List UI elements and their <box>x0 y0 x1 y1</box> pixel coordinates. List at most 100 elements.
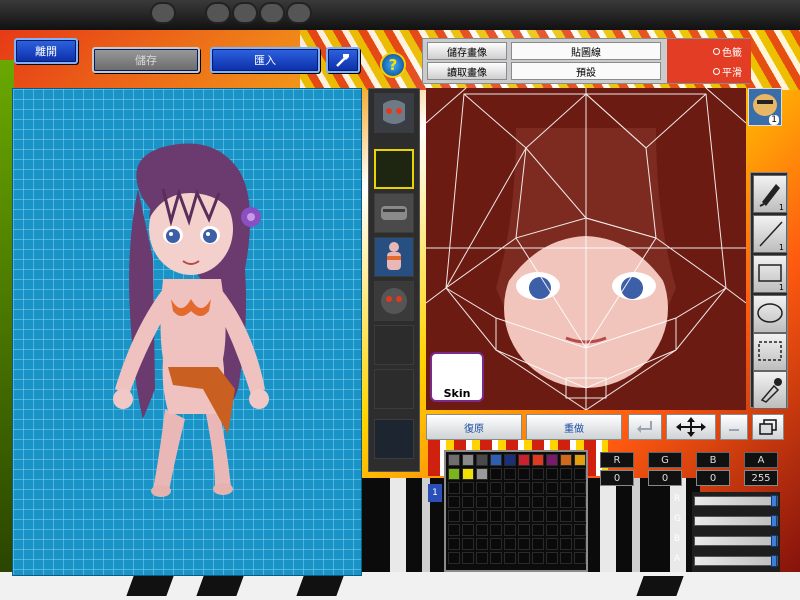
palette-swatch[interactable] <box>518 552 530 564</box>
palette-swatch[interactable] <box>490 496 502 508</box>
palette-swatch[interactable] <box>574 468 586 480</box>
palette-swatch[interactable] <box>504 496 516 508</box>
palette-swatch[interactable] <box>560 482 572 494</box>
palette-swatch[interactable] <box>560 524 572 536</box>
palette-swatch[interactable] <box>490 552 502 564</box>
palette-swatch[interactable] <box>574 496 586 508</box>
palette-swatch[interactable] <box>532 496 544 508</box>
palette-swatch[interactable] <box>546 468 558 480</box>
palette-swatch[interactable] <box>448 552 460 564</box>
palette-swatch[interactable] <box>518 524 530 536</box>
back-arrow-button[interactable] <box>628 414 662 440</box>
save-image-button[interactable]: 儲存畫像 <box>427 42 507 60</box>
palette-swatch[interactable] <box>448 454 460 466</box>
palette-swatch[interactable] <box>504 454 516 466</box>
eyedropper-tool[interactable] <box>753 371 787 409</box>
undo-button[interactable]: 復原 <box>426 414 522 440</box>
palette-swatch[interactable] <box>462 454 474 466</box>
rectangle-tool[interactable]: 1 <box>753 255 787 293</box>
load-image-button[interactable]: 讀取畫像 <box>427 62 507 80</box>
model-viewport[interactable] <box>12 88 362 576</box>
window-button[interactable] <box>752 414 784 440</box>
palette-swatch[interactable] <box>476 468 488 480</box>
palette-swatch[interactable] <box>532 468 544 480</box>
map-line-toggle[interactable]: 貼圖線 <box>511 42 661 60</box>
palette-swatch[interactable] <box>476 454 488 466</box>
palette-swatch[interactable] <box>518 510 530 522</box>
preset-button[interactable]: 預設 <box>511 62 661 80</box>
palette-swatch[interactable] <box>476 524 488 536</box>
palette-swatch[interactable] <box>476 538 488 550</box>
palette-swatch[interactable] <box>504 552 516 564</box>
palette-swatch[interactable] <box>476 552 488 564</box>
palette-swatch[interactable] <box>574 552 586 564</box>
palette-swatch[interactable] <box>532 538 544 550</box>
palette-swatch[interactable] <box>546 510 558 522</box>
palette-swatch[interactable] <box>574 482 586 494</box>
palette-swatch[interactable] <box>560 510 572 522</box>
part-slot-body[interactable] <box>374 237 414 277</box>
palette-swatch[interactable] <box>462 496 474 508</box>
tool-hammer-button[interactable] <box>326 47 360 73</box>
palette-swatch[interactable] <box>532 454 544 466</box>
palette-swatch[interactable] <box>504 510 516 522</box>
red-slider[interactable] <box>694 495 778 507</box>
palette-swatch[interactable] <box>574 454 586 466</box>
radio-smooth[interactable]: 平滑 <box>713 64 742 79</box>
palette-swatch[interactable] <box>532 482 544 494</box>
part-slot-empty-3[interactable] <box>374 419 414 459</box>
selection-tool[interactable] <box>753 333 787 371</box>
avatar[interactable]: 1 <box>748 88 782 126</box>
save-button[interactable]: 儲存 <box>92 47 200 73</box>
palette-swatch[interactable] <box>518 468 530 480</box>
help-button[interactable]: ? <box>380 52 406 78</box>
part-slot-armor[interactable] <box>374 193 414 233</box>
palette-swatch[interactable] <box>504 524 516 536</box>
slider-handle[interactable] <box>771 535 777 547</box>
minus-button[interactable] <box>720 414 748 440</box>
slider-handle[interactable] <box>771 555 777 567</box>
palette-swatch[interactable] <box>504 482 516 494</box>
palette-swatch[interactable] <box>532 552 544 564</box>
palette-swatch[interactable] <box>490 468 502 480</box>
palette-swatch[interactable] <box>448 468 460 480</box>
pen-tool[interactable]: 1 <box>753 175 787 213</box>
palette-swatch[interactable] <box>448 482 460 494</box>
palette-swatch[interactable] <box>532 524 544 536</box>
blue-value-field[interactable]: 0 <box>696 470 730 486</box>
palette-swatch[interactable] <box>504 468 516 480</box>
green-value-field[interactable]: 0 <box>648 470 682 486</box>
slider-handle[interactable] <box>771 495 777 507</box>
palette-swatch[interactable] <box>448 538 460 550</box>
palette-swatch[interactable] <box>462 538 474 550</box>
palette-swatch[interactable] <box>518 538 530 550</box>
palette-swatch[interactable] <box>546 496 558 508</box>
palette-swatch[interactable] <box>476 496 488 508</box>
part-slot-skin[interactable] <box>374 149 414 189</box>
palette-swatch[interactable] <box>448 524 460 536</box>
palette-swatch[interactable] <box>574 510 586 522</box>
palette-swatch[interactable] <box>546 552 558 564</box>
alpha-slider[interactable] <box>694 555 778 567</box>
slider-handle[interactable] <box>771 515 777 527</box>
redo-button[interactable]: 重做 <box>526 414 622 440</box>
part-slot-face[interactable] <box>374 281 414 321</box>
palette-tab[interactable]: 1 <box>428 484 442 502</box>
palette-swatch[interactable] <box>476 510 488 522</box>
leave-button[interactable]: 離開 <box>14 38 78 64</box>
palette-swatch[interactable] <box>532 510 544 522</box>
texture-canvas[interactable]: Skin <box>426 88 746 410</box>
part-slot-head[interactable] <box>374 93 414 133</box>
red-value-field[interactable]: 0 <box>600 470 634 486</box>
palette-swatch[interactable] <box>560 454 572 466</box>
green-slider[interactable] <box>694 515 778 527</box>
palette-swatch[interactable] <box>574 538 586 550</box>
palette-swatch[interactable] <box>448 510 460 522</box>
palette-swatch[interactable] <box>462 524 474 536</box>
palette-swatch[interactable] <box>560 552 572 564</box>
palette-swatch[interactable] <box>518 482 530 494</box>
palette-swatch[interactable] <box>490 510 502 522</box>
part-slot-empty-2[interactable] <box>374 369 414 409</box>
palette-swatch[interactable] <box>490 538 502 550</box>
palette-swatch[interactable] <box>448 496 460 508</box>
